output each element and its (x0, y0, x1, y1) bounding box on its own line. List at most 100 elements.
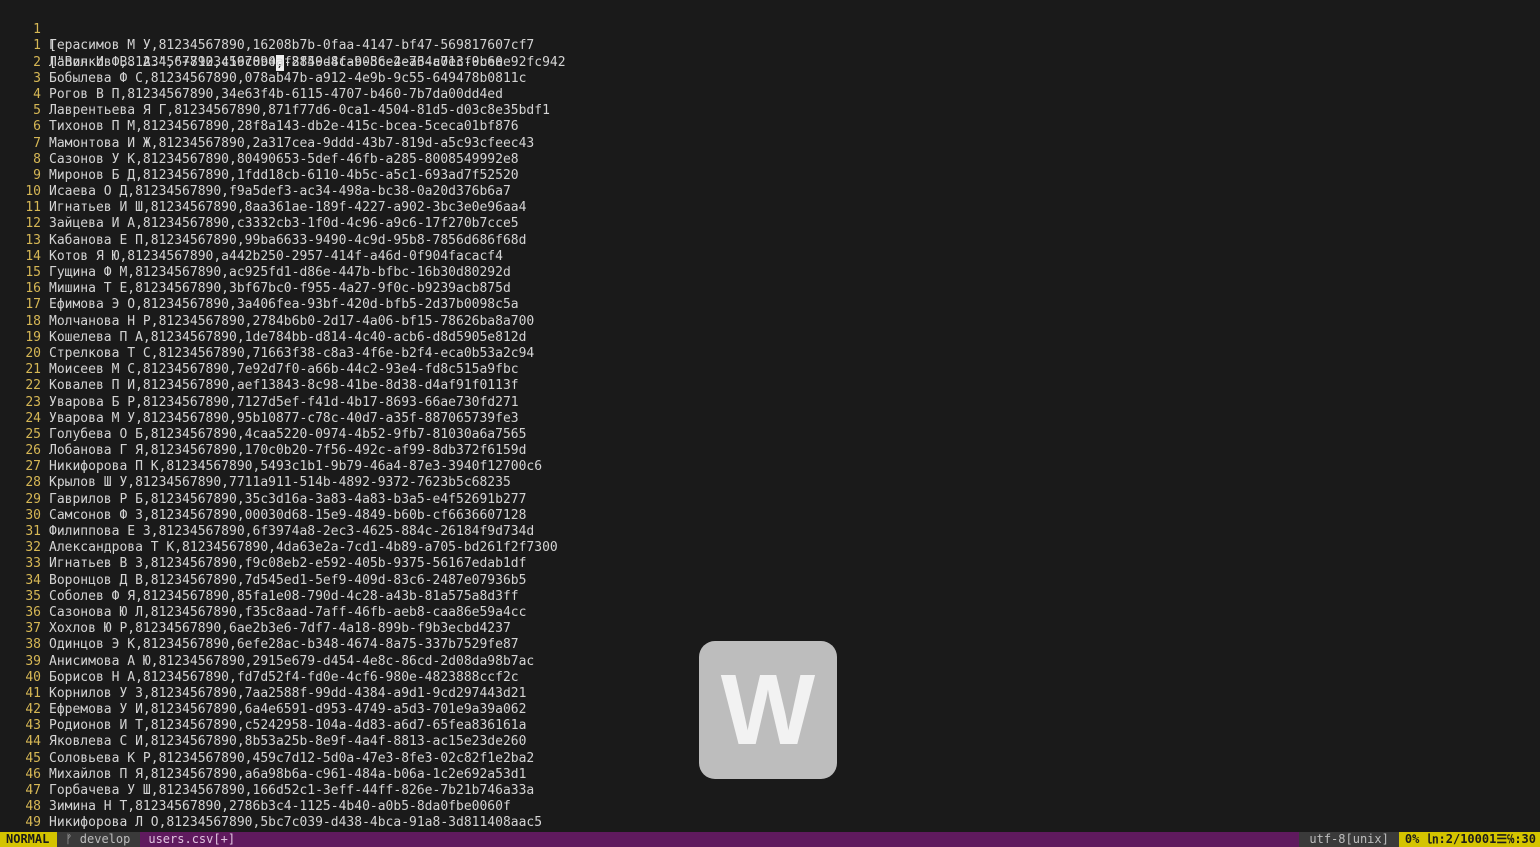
line-text[interactable]: Анисимова А Ю,81234567890,2915e679-d454-… (49, 654, 534, 670)
line-text[interactable]: Кошелева П А,81234567890,1de784bb-d814-4… (49, 330, 526, 346)
buffer-line[interactable]: 17 Ефимова Э О,81234567890,3a406fea-93bf-… (0, 297, 1540, 313)
line-text[interactable]: Ковалев П И,81234567890,aef13843-8c98-41… (49, 378, 519, 394)
line-text[interactable]: Игнатьев В З,81234567890,f9c08eb2-e592-4… (49, 556, 526, 572)
buffer-line[interactable]: 21 Моисеев М С,81234567890,7e92d7f0-a66b-… (0, 362, 1540, 378)
watermark-logo: W (699, 641, 837, 779)
buffer-line[interactable]: 19 Кошелева П А,81234567890,1de784bb-d814… (0, 330, 1540, 346)
line-text[interactable]: Самсонов Ф З,81234567890,00030d68-15e9-4… (49, 508, 526, 524)
line-number: 28 (25, 475, 41, 491)
buffer-line[interactable]: 2 Лапин И Ф,81234567890,c19c0b4a-2f40-4fa… (0, 55, 1540, 71)
line-text[interactable]: Никифорова Л О,81234567890,5bc7c039-d438… (49, 815, 542, 831)
buffer-line[interactable]: 15 Гущина Ф М,81234567890,ac925fd1-d86e-4… (0, 265, 1540, 281)
line-text[interactable]: Лапин И Ф,81234567890,c19c0b4a-2f40-4fab… (49, 55, 503, 71)
buffer-line[interactable]: 11 Игнатьев И Ш,81234567890,8aa361ae-189f… (0, 200, 1540, 216)
buffer-line[interactable]: 6 Тихонов П М,81234567890,28f8a143-db2e-4… (0, 119, 1540, 135)
line-text[interactable]: Ефимова Э О,81234567890,3a406fea-93bf-42… (49, 297, 519, 313)
mode-indicator: NORMAL (0, 832, 58, 847)
line-text[interactable]: Горбачева У Ш,81234567890,166d52c1-3eff-… (49, 783, 534, 799)
buffer-line[interactable]: 24 Уварова М У,81234567890,95b10877-c78c-… (0, 411, 1540, 427)
buffer-line[interactable]: 10 Исаева О Д,81234567890,f9a5def3-ac34-4… (0, 184, 1540, 200)
line-text[interactable]: Гаврилов Р Б,81234567890,35c3d16a-3a83-4… (49, 492, 526, 508)
line-text[interactable]: Уварова Б Р,81234567890,7127d5ef-f41d-4b… (49, 395, 519, 411)
buffer-line[interactable]: 47 Горбачева У Ш,81234567890,166d52c1-3ef… (0, 783, 1540, 799)
line-text[interactable]: Яковлева С И,81234567890,8b53a25b-8e9f-4… (49, 734, 526, 750)
buffer-line[interactable]: 3 Бобылева Ф С,81234567890,078ab47b-a912-… (0, 71, 1540, 87)
line-text[interactable]: Гущина Ф М,81234567890,ac925fd1-d86e-447… (49, 265, 511, 281)
line-text[interactable]: Котов Я Ю,81234567890,a442b250-2957-414f… (49, 249, 503, 265)
line-number: 1 (33, 38, 41, 54)
current-buffer-line[interactable]: 2 ["Волков В. А.","+71234567890,f8859d8c… (0, 22, 1540, 71)
buffer-line[interactable]: 5 Лаврентьева Я Г,81234567890,871f77d6-0c… (0, 103, 1540, 119)
line-text[interactable]: Соболев Ф Я,81234567890,85fa1e08-790d-4c… (49, 589, 519, 605)
line-text[interactable]: Рогов В П,81234567890,34e63f4b-6115-4707… (49, 87, 503, 103)
line-number: 21 (25, 362, 41, 378)
line-text[interactable]: Соловьева К Р,81234567890,459c7d12-5d0a-… (49, 751, 534, 767)
line-text[interactable]: Сазонова Ю Л,81234567890,f35c8aad-7aff-4… (49, 605, 526, 621)
line-text[interactable]: Молчанова Н Р,81234567890,2784b6b0-2d17-… (49, 314, 534, 330)
buffer-line[interactable]: 31 Филиппова Е З,81234567890,6f3974a8-2ec… (0, 524, 1540, 540)
line-text[interactable]: Родионов И Т,81234567890,c5242958-104a-4… (49, 718, 526, 734)
buffer-line[interactable]: 28 Крылов Ш У,81234567890,7711a911-514b-4… (0, 475, 1540, 491)
buffer-line[interactable]: 8 Сазонов У К,81234567890,80490653-5def-4… (0, 152, 1540, 168)
buffer-line[interactable]: 12 Зайцева И А,81234567890,c3332cb3-1f0d-… (0, 216, 1540, 232)
line-text[interactable]: Зимина Н Т,81234567890,2786b3c4-1125-4b4… (49, 799, 511, 815)
line-text[interactable]: Голубева О Б,81234567890,4caa5220-0974-4… (49, 427, 526, 443)
line-number: 3 (33, 70, 41, 86)
line-text[interactable]: Лобанова Г Я,81234567890,170c0b20-7f56-4… (49, 443, 526, 459)
buffer-line[interactable]: 4 Рогов В П,81234567890,34e63f4b-6115-470… (0, 87, 1540, 103)
line-text[interactable]: Крылов Ш У,81234567890,7711a911-514b-489… (49, 475, 511, 491)
buffer-line[interactable]: 18 Молчанова Н Р,81234567890,2784b6b0-2d1… (0, 314, 1540, 330)
buffer-line[interactable]: 20 Стрелкова Т С,81234567890,71663f38-c8a… (0, 346, 1540, 362)
buffer-line[interactable]: 35 Соболев Ф Я,81234567890,85fa1e08-790d-… (0, 589, 1540, 605)
line-text[interactable]: Хохлов Ю Р,81234567890,6ae2b3e6-7df7-4a1… (49, 621, 511, 637)
buffer-line[interactable]: 22 Ковалев П И,81234567890,aef13843-8c98-… (0, 378, 1540, 394)
buffer-line[interactable]: 30 Самсонов Ф З,81234567890,00030d68-15e9… (0, 508, 1540, 524)
buffer-line[interactable]: 13 Кабанова Е П,81234567890,99ba6633-9490… (0, 233, 1540, 249)
line-text[interactable]: Зайцева И А,81234567890,c3332cb3-1f0d-4c… (49, 216, 519, 232)
buffer-line[interactable]: 32 Александрова Т К,81234567890,4da63e2a-… (0, 540, 1540, 556)
line-text[interactable]: Ефремова У И,81234567890,6a4e6591-d953-4… (49, 702, 526, 718)
line-text[interactable]: Сазонов У К,81234567890,80490653-5def-46… (49, 152, 519, 168)
buffer-line[interactable]: 25 Голубева О Б,81234567890,4caa5220-0974… (0, 427, 1540, 443)
line-number: 15 (25, 265, 41, 280)
buffer-line[interactable]: 37 Хохлов Ю Р,81234567890,6ae2b3e6-7df7-4… (0, 621, 1540, 637)
line-number: 5 (33, 103, 41, 119)
line-text[interactable]: Никифорова П К,81234567890,5493c1b1-9b79… (49, 459, 542, 475)
line-text[interactable]: Филиппова Е З,81234567890,6f3974a8-2ec3-… (49, 524, 534, 540)
line-text[interactable]: Одинцов Э К,81234567890,6efe28ac-b348-46… (49, 637, 519, 653)
line-text[interactable]: Лаврентьева Я Г,81234567890,871f77d6-0ca… (49, 103, 550, 119)
buffer-line[interactable]: 34 Воронцов Д В,81234567890,7d545ed1-5ef9… (0, 573, 1540, 589)
line-text[interactable]: Игнатьев И Ш,81234567890,8aa361ae-189f-4… (49, 200, 526, 216)
buffer-line[interactable]: 27 Никифорова П К,81234567890,5493c1b1-9b… (0, 459, 1540, 475)
line-text[interactable]: Бобылева Ф С,81234567890,078ab47b-a912-4… (49, 71, 526, 87)
line-text[interactable]: Борисов Н А,81234567890,fd7d52f4-fd0e-4c… (49, 670, 519, 686)
line-text[interactable]: Стрелкова Т С,81234567890,71663f38-c8a3-… (49, 346, 534, 362)
line-text[interactable]: Михайлов П Я,81234567890,a6a98b6a-c961-4… (49, 767, 526, 783)
line-text[interactable]: Уварова М У,81234567890,95b10877-c78c-40… (49, 411, 519, 427)
buffer-line[interactable]: 33 Игнатьев В З,81234567890,f9c08eb2-e592… (0, 556, 1540, 572)
line-text[interactable]: Моисеев М С,81234567890,7e92d7f0-a66b-44… (49, 362, 519, 378)
buffer-line[interactable]: 1 [ (0, 6, 1540, 53)
buffer-line[interactable]: 23 Уварова Б Р,81234567890,7127d5ef-f41d-… (0, 395, 1540, 411)
line-text[interactable]: Корнилов У З,81234567890,7aa2588f-99dd-4… (49, 686, 526, 702)
buffer-line[interactable]: 49 Никифорова Л О,81234567890,5bc7c039-d4… (0, 815, 1540, 831)
buffer-line[interactable]: 48 Зимина Н Т,81234567890,2786b3c4-1125-4… (0, 799, 1540, 815)
buffer-line[interactable]: 36 Сазонова Ю Л,81234567890,f35c8aad-7aff… (0, 605, 1540, 621)
buffer-line[interactable]: 1 Герасимов М У,81234567890,16208b7b-0faa… (0, 38, 1540, 54)
line-number: 11 (25, 200, 41, 216)
line-text[interactable]: Кабанова Е П,81234567890,99ba6633-9490-4… (49, 233, 526, 249)
line-text[interactable]: Мишина Т Е,81234567890,3bf67bc0-f955-4a2… (49, 281, 511, 297)
line-text[interactable]: Миронов Б Д,81234567890,1fdd18cb-6110-4b… (49, 168, 519, 184)
line-text[interactable]: Исаева О Д,81234567890,f9a5def3-ac34-498… (49, 184, 511, 200)
buffer-line[interactable]: 29 Гаврилов Р Б,81234567890,35c3d16a-3a83… (0, 492, 1540, 508)
line-text[interactable]: Герасимов М У,81234567890,16208b7b-0faa-… (49, 38, 534, 54)
buffer-line[interactable]: 14 Котов Я Ю,81234567890,a442b250-2957-41… (0, 249, 1540, 265)
line-text[interactable]: Тихонов П М,81234567890,28f8a143-db2e-41… (49, 119, 519, 135)
buffer-line[interactable]: 7 Мамонтова И Ж,81234567890,2a317cea-9ddd… (0, 136, 1540, 152)
buffer-line[interactable]: 16 Мишина Т Е,81234567890,3bf67bc0-f955-4… (0, 281, 1540, 297)
line-text[interactable]: Воронцов Д В,81234567890,7d545ed1-5ef9-4… (49, 573, 526, 589)
line-text[interactable]: Мамонтова И Ж,81234567890,2a317cea-9ddd-… (49, 136, 534, 152)
line-text[interactable]: Александрова Т К,81234567890,4da63e2a-7c… (49, 540, 558, 556)
buffer-line[interactable]: 26 Лобанова Г Я,81234567890,170c0b20-7f56… (0, 443, 1540, 459)
buffer-line[interactable]: 9 Миронов Б Д,81234567890,1fdd18cb-6110-4… (0, 168, 1540, 184)
